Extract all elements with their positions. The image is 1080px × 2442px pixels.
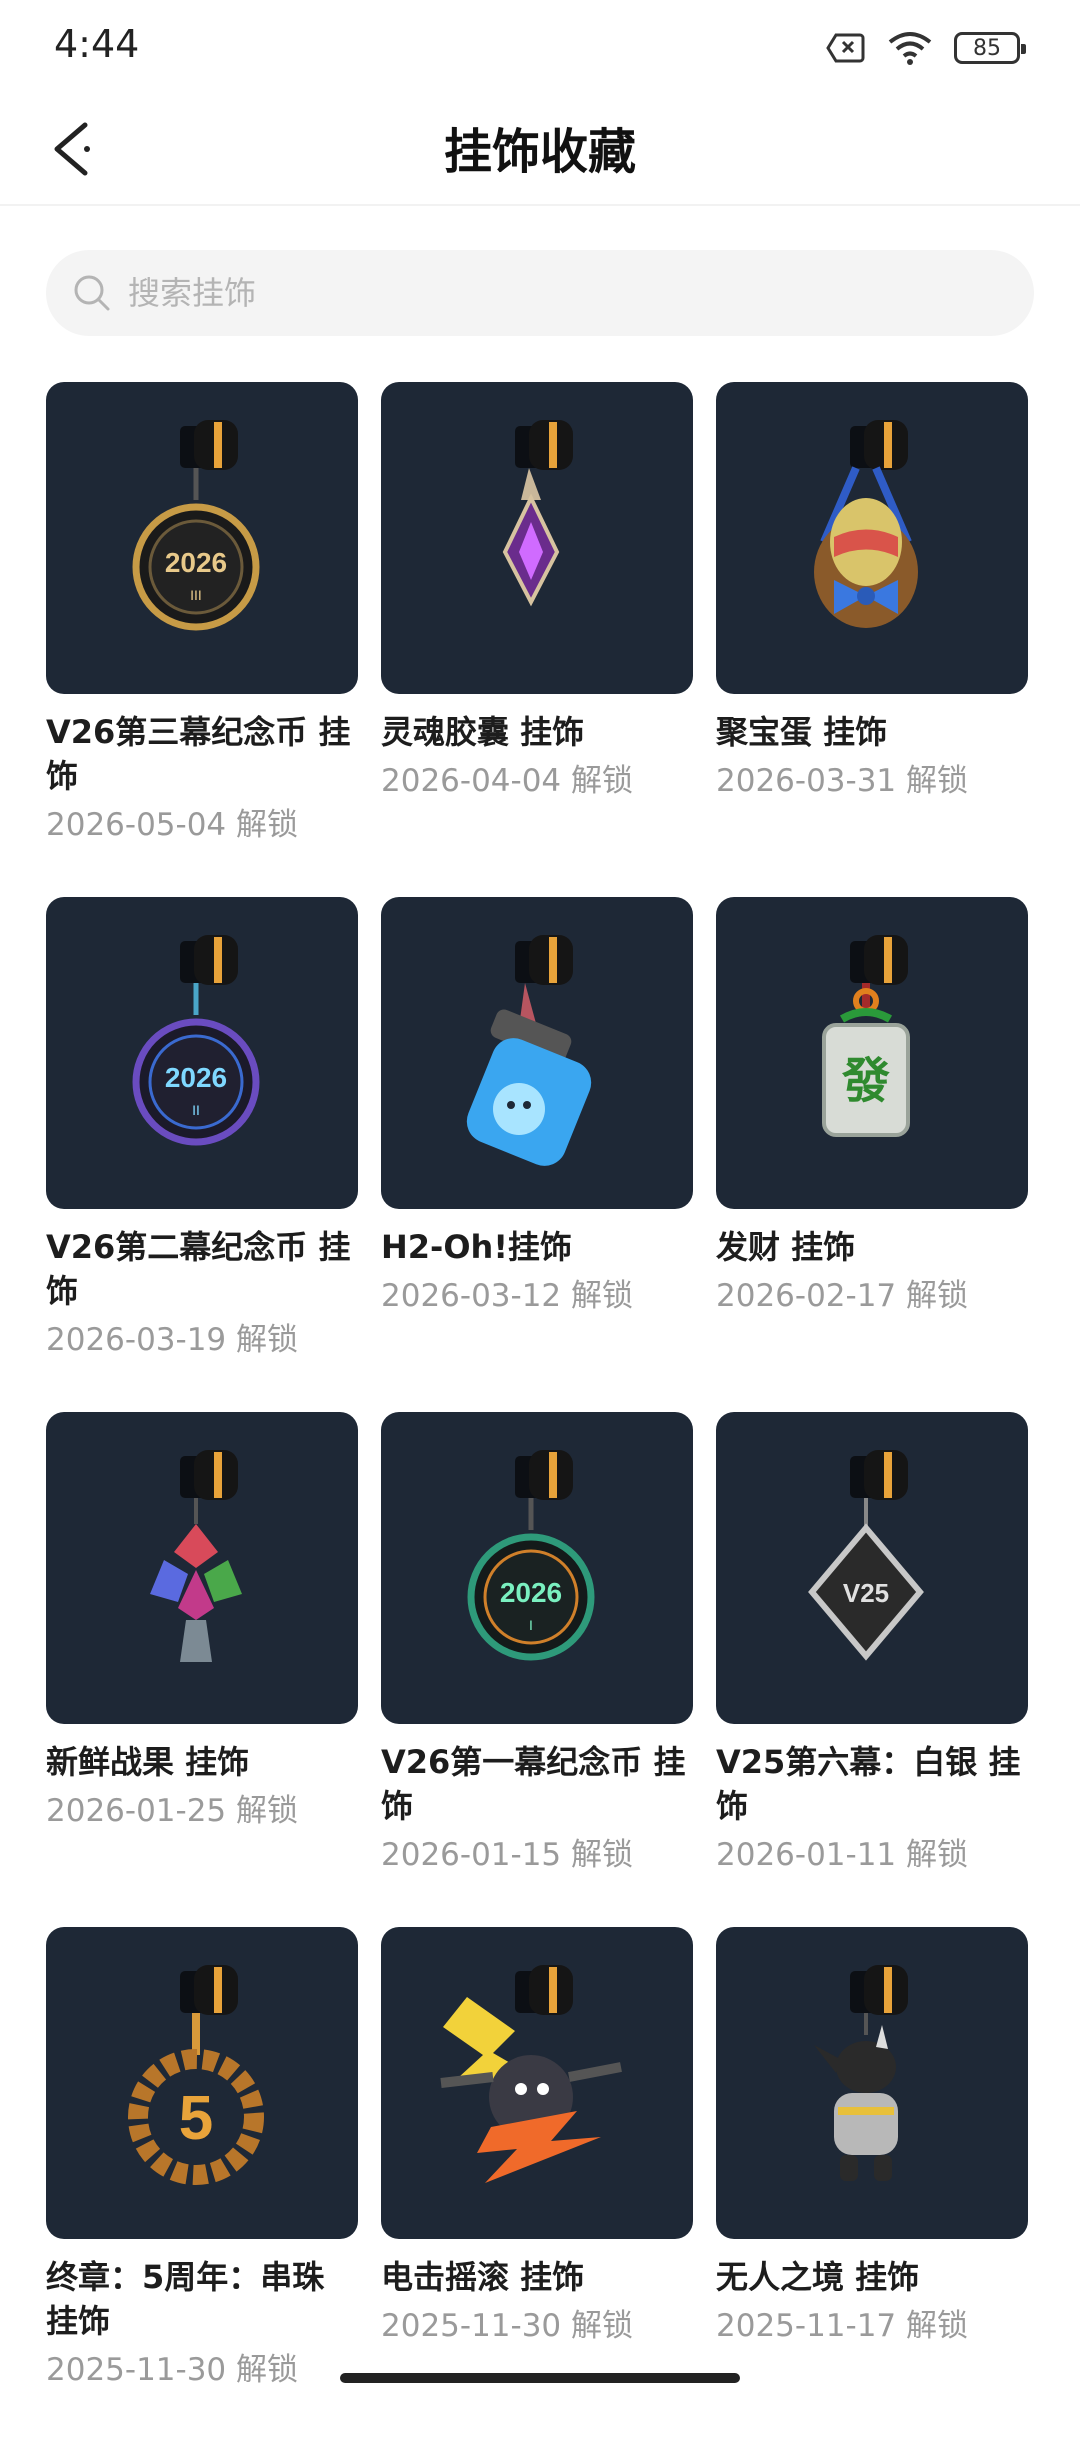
- charm-card[interactable]: 2026 III V26第三幕纪念币 挂饰 2026-05-04 解锁: [46, 382, 358, 897]
- charm-card[interactable]: 灵魂胶囊 挂饰 2026-04-04 解锁: [381, 382, 693, 897]
- search-input[interactable]: [126, 273, 980, 313]
- charm-title: 无人之境 挂饰: [716, 2258, 920, 2296]
- bottle-charm-icon: [466, 935, 592, 1166]
- search-icon: [74, 275, 110, 311]
- charm-date: 2025-11-30 解锁: [46, 2352, 299, 2388]
- charm-thumbnail: 2026 II: [46, 897, 358, 1209]
- charm-title: V26第三幕纪念币 挂饰: [46, 713, 351, 795]
- charm-card[interactable]: 發 发财 挂饰 2026-02-17 解锁: [716, 897, 1028, 1412]
- wifi-icon: [888, 32, 932, 65]
- charm-thumbnail: 5: [46, 1927, 358, 2239]
- svg-text:2026: 2026: [500, 1577, 562, 1608]
- charm-title: 终章：5周年：串珠 挂饰: [46, 2258, 325, 2340]
- rhino-charm-icon: [814, 1965, 908, 2181]
- coin-charm-icon: 2026 I: [467, 1450, 595, 1661]
- charm-date: 2026-03-12 解锁: [381, 1278, 634, 1314]
- charm-card[interactable]: 5 终章：5周年：串珠 挂饰 2025-11-30 解锁: [46, 1927, 358, 2442]
- crystal-charm-icon: [502, 420, 573, 607]
- charm-card[interactable]: 电击摇滚 挂饰 2025-11-30 解锁: [381, 1927, 693, 2442]
- charm-card[interactable]: 2026 II V26第二幕纪念币 挂饰 2026-03-19 解锁: [46, 897, 358, 1412]
- charm-card[interactable]: H2-Oh!挂饰 2026-03-12 解锁: [381, 897, 693, 1412]
- home-indicator[interactable]: [340, 2373, 740, 2383]
- charm-thumbnail: [716, 1927, 1028, 2239]
- search-bar[interactable]: [46, 250, 1034, 336]
- charm-date: 2026-04-04 解锁: [381, 763, 634, 799]
- charm-title: 电击摇滚 挂饰: [381, 2258, 585, 2296]
- charm-date: 2026-02-17 解锁: [716, 1278, 969, 1314]
- charm-date: 2026-03-19 解锁: [46, 1322, 299, 1358]
- egg-charm-icon: [814, 420, 918, 628]
- svg-text:V25: V25: [843, 1578, 889, 1608]
- charm-title: V25第六幕：白银 挂饰: [716, 1743, 1021, 1825]
- charm-thumbnail: [46, 1412, 358, 1724]
- svg-text:5: 5: [179, 2084, 213, 2153]
- status-time: 4:44: [54, 22, 140, 66]
- charm-date: 2026-01-15 解锁: [381, 1837, 634, 1873]
- lightning-charm-icon: [440, 1965, 622, 2183]
- battery-icon: 85: [954, 32, 1026, 64]
- charm-title: 聚宝蛋 挂饰: [716, 713, 888, 751]
- charm-date: 2026-05-04 解锁: [46, 807, 299, 843]
- charm-date: 2025-11-17 解锁: [716, 2308, 969, 2344]
- charm-title: H2-Oh!挂饰: [381, 1228, 572, 1266]
- charm-title: 发财 挂饰: [716, 1228, 856, 1266]
- charm-title: V26第一幕纪念币 挂饰: [381, 1743, 686, 1825]
- charm-thumbnail: 2026 I: [381, 1412, 693, 1724]
- charm-card[interactable]: 新鲜战果 挂饰 2026-01-25 解锁: [46, 1412, 358, 1927]
- nav-bar: 挂饰收藏: [0, 96, 1080, 206]
- charm-thumbnail: [381, 382, 693, 694]
- silver-charm-icon: V25: [808, 1450, 924, 1661]
- charm-thumbnail: V25: [716, 1412, 1028, 1724]
- sim-off-icon: [826, 33, 865, 63]
- charm-title: V26第二幕纪念币 挂饰: [46, 1228, 351, 1310]
- charm-thumbnail: [381, 897, 693, 1209]
- svg-text:2026: 2026: [165, 1062, 227, 1093]
- svg-text:III: III: [190, 587, 202, 603]
- beads-charm-icon: 5: [128, 1965, 264, 2185]
- coin-charm-icon: 2026 III: [132, 420, 260, 631]
- svg-text:II: II: [192, 1102, 200, 1118]
- charm-title: 新鲜战果 挂饰: [46, 1743, 250, 1781]
- charm-card[interactable]: 2026 I V26第一幕纪念币 挂饰 2026-01-15 解锁: [381, 1412, 693, 1927]
- charm-date: 2026-01-25 解锁: [46, 1793, 299, 1829]
- charm-date: 2026-01-11 解锁: [716, 1837, 969, 1873]
- charm-grid: 2026 III V26第三幕纪念币 挂饰 2026-05-04 解锁 灵魂胶囊…: [46, 382, 1036, 2442]
- charm-date: 2025-11-30 解锁: [381, 2308, 634, 2344]
- fruit-charm-icon: [150, 1450, 242, 1662]
- charm-card[interactable]: 聚宝蛋 挂饰 2026-03-31 解锁: [716, 382, 1028, 897]
- battery-level: 85: [973, 35, 1001, 61]
- mahjong-charm-icon: 發: [822, 935, 910, 1137]
- charm-thumbnail: [716, 382, 1028, 694]
- page-title: 挂饰收藏: [443, 124, 636, 180]
- charm-title: 灵魂胶囊 挂饰: [381, 713, 585, 751]
- svg-text:2026: 2026: [165, 547, 227, 578]
- charm-thumbnail: 發: [716, 897, 1028, 1209]
- svg-text:I: I: [529, 1617, 533, 1633]
- charm-date: 2026-03-31 解锁: [716, 763, 969, 799]
- status-bar: 4:44 85: [0, 0, 1080, 96]
- charm-card[interactable]: 无人之境 挂饰 2025-11-17 解锁: [716, 1927, 1028, 2442]
- status-icons: 85: [826, 30, 1026, 66]
- charm-thumbnail: 2026 III: [46, 382, 358, 694]
- charm-thumbnail: [381, 1927, 693, 2239]
- charm-card[interactable]: V25 V25第六幕：白银 挂饰 2026-01-11 解锁: [716, 1412, 1028, 1927]
- svg-text:發: 發: [841, 1053, 890, 1109]
- coin-charm-icon: 2026 II: [132, 935, 260, 1146]
